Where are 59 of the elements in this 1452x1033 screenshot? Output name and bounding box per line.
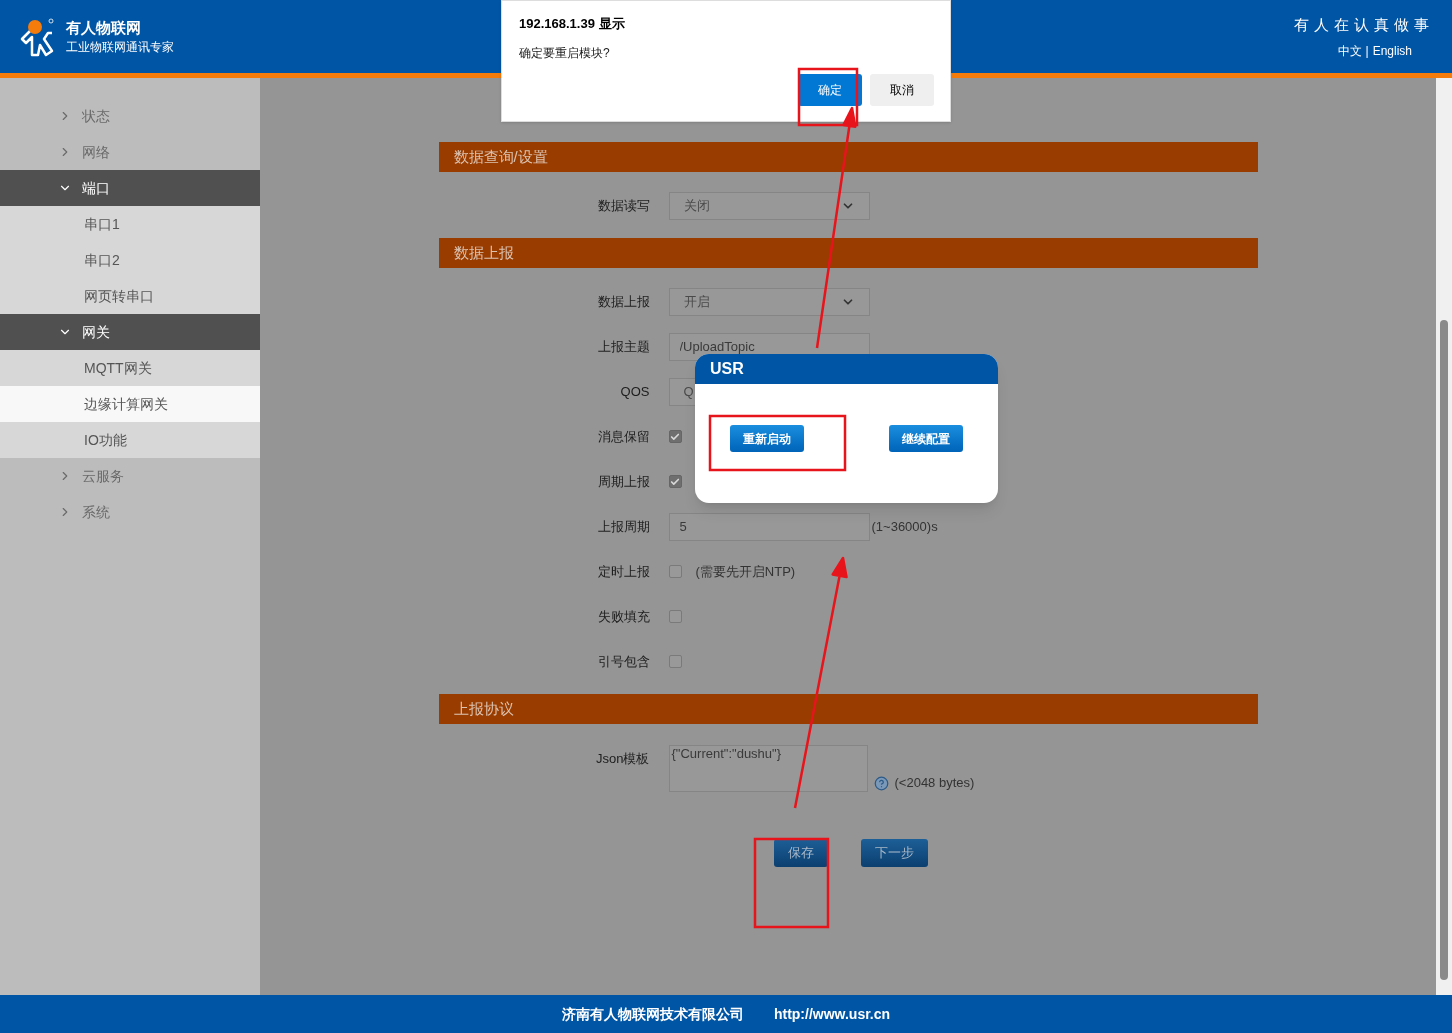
field-label: 周期上报 — [597, 472, 650, 491]
field-label: Json模板 — [596, 750, 650, 768]
checkbox[interactable] — [668, 610, 682, 623]
text-field[interactable]: 5 — [668, 512, 870, 541]
checkbox[interactable] — [668, 565, 682, 578]
sidebar-item[interactable]: 端口 — [0, 170, 260, 206]
action-button[interactable]: 保存 — [773, 839, 828, 867]
alert-button[interactable]: 确定 — [798, 73, 862, 106]
field-label: QOS — [620, 382, 650, 401]
checkbox[interactable] — [668, 655, 682, 668]
sidebar-subitem[interactable]: 串口2 — [0, 242, 260, 278]
checkbox[interactable] — [668, 430, 682, 443]
field-label: 数据上报 — [597, 292, 650, 311]
field-label: 数据读写 — [597, 196, 650, 215]
sidebar-subitem[interactable]: 网页转串口 — [0, 278, 260, 314]
alert-message: 确定要重启模块? — [519, 44, 611, 62]
highlight-frame — [797, 67, 859, 127]
sidebar-subitem[interactable]: 串口1 — [0, 206, 260, 242]
section-header: 上报协议 — [438, 694, 1258, 724]
section-header: 数据上报 — [438, 238, 1258, 268]
sidebar-subitem[interactable]: MQTT网关 — [0, 350, 260, 386]
sidebar-subitem[interactable]: 边缘计算网关 — [0, 386, 260, 422]
language-link[interactable]: English — [1372, 41, 1412, 60]
sidebar-item[interactable]: 网关 — [0, 314, 260, 350]
field-label: 失败填充 — [597, 607, 650, 626]
company-name: 济南有人物联网技术有限公司 — [561, 1004, 744, 1024]
dropdown[interactable]: 关闭 — [668, 191, 870, 220]
brand-tagline: 工业物联网通讯专家 — [66, 38, 174, 56]
dialog-title: USR — [695, 354, 998, 384]
help-icon — [873, 776, 889, 791]
json-template-field[interactable]: {"Current":"dushu"} — [668, 745, 868, 792]
field-label: 上报主题 — [597, 337, 650, 356]
slogan: 有人在认真做事 — [1294, 14, 1434, 35]
field-label: 定时上报 — [597, 562, 650, 581]
sidebar-item[interactable]: 云服务 — [0, 458, 260, 494]
website-link[interactable]: http://www.usr.cn — [773, 1003, 891, 1025]
dialog-button[interactable]: 重新启动 — [730, 425, 804, 452]
field-hint: (<2048 bytes) — [894, 773, 975, 792]
dropdown[interactable]: 开启 — [668, 287, 870, 316]
sidebar-item[interactable]: 系统 — [0, 494, 260, 530]
field-label: 消息保留 — [597, 427, 650, 446]
language-link[interactable]: 中文 — [1337, 41, 1362, 60]
sidebar-item[interactable]: 网络 — [0, 134, 260, 170]
logo-icon — [18, 16, 56, 57]
sidebar-item[interactable]: 状态 — [0, 98, 260, 134]
field-hint: (需要先开启NTP) — [695, 562, 796, 581]
field-hint: (1~36000)s — [871, 517, 938, 536]
scrollbar[interactable] — [1436, 78, 1452, 995]
checkbox[interactable] — [668, 475, 682, 488]
alert-button[interactable]: 取消 — [870, 73, 934, 106]
dialog-button[interactable]: 继续配置 — [889, 425, 963, 452]
brand-name: 有人物联网 — [66, 17, 142, 38]
section-header: 数据查询/设置 — [438, 142, 1258, 172]
sidebar-subitem[interactable]: IO功能 — [0, 422, 260, 458]
action-button[interactable]: 下一步 — [860, 839, 928, 867]
field-label: 引号包含 — [597, 652, 650, 671]
field-label: 上报周期 — [597, 517, 650, 536]
separator: | — [1365, 42, 1369, 60]
alert-title: 192.168.1.39 显示 — [519, 15, 626, 33]
